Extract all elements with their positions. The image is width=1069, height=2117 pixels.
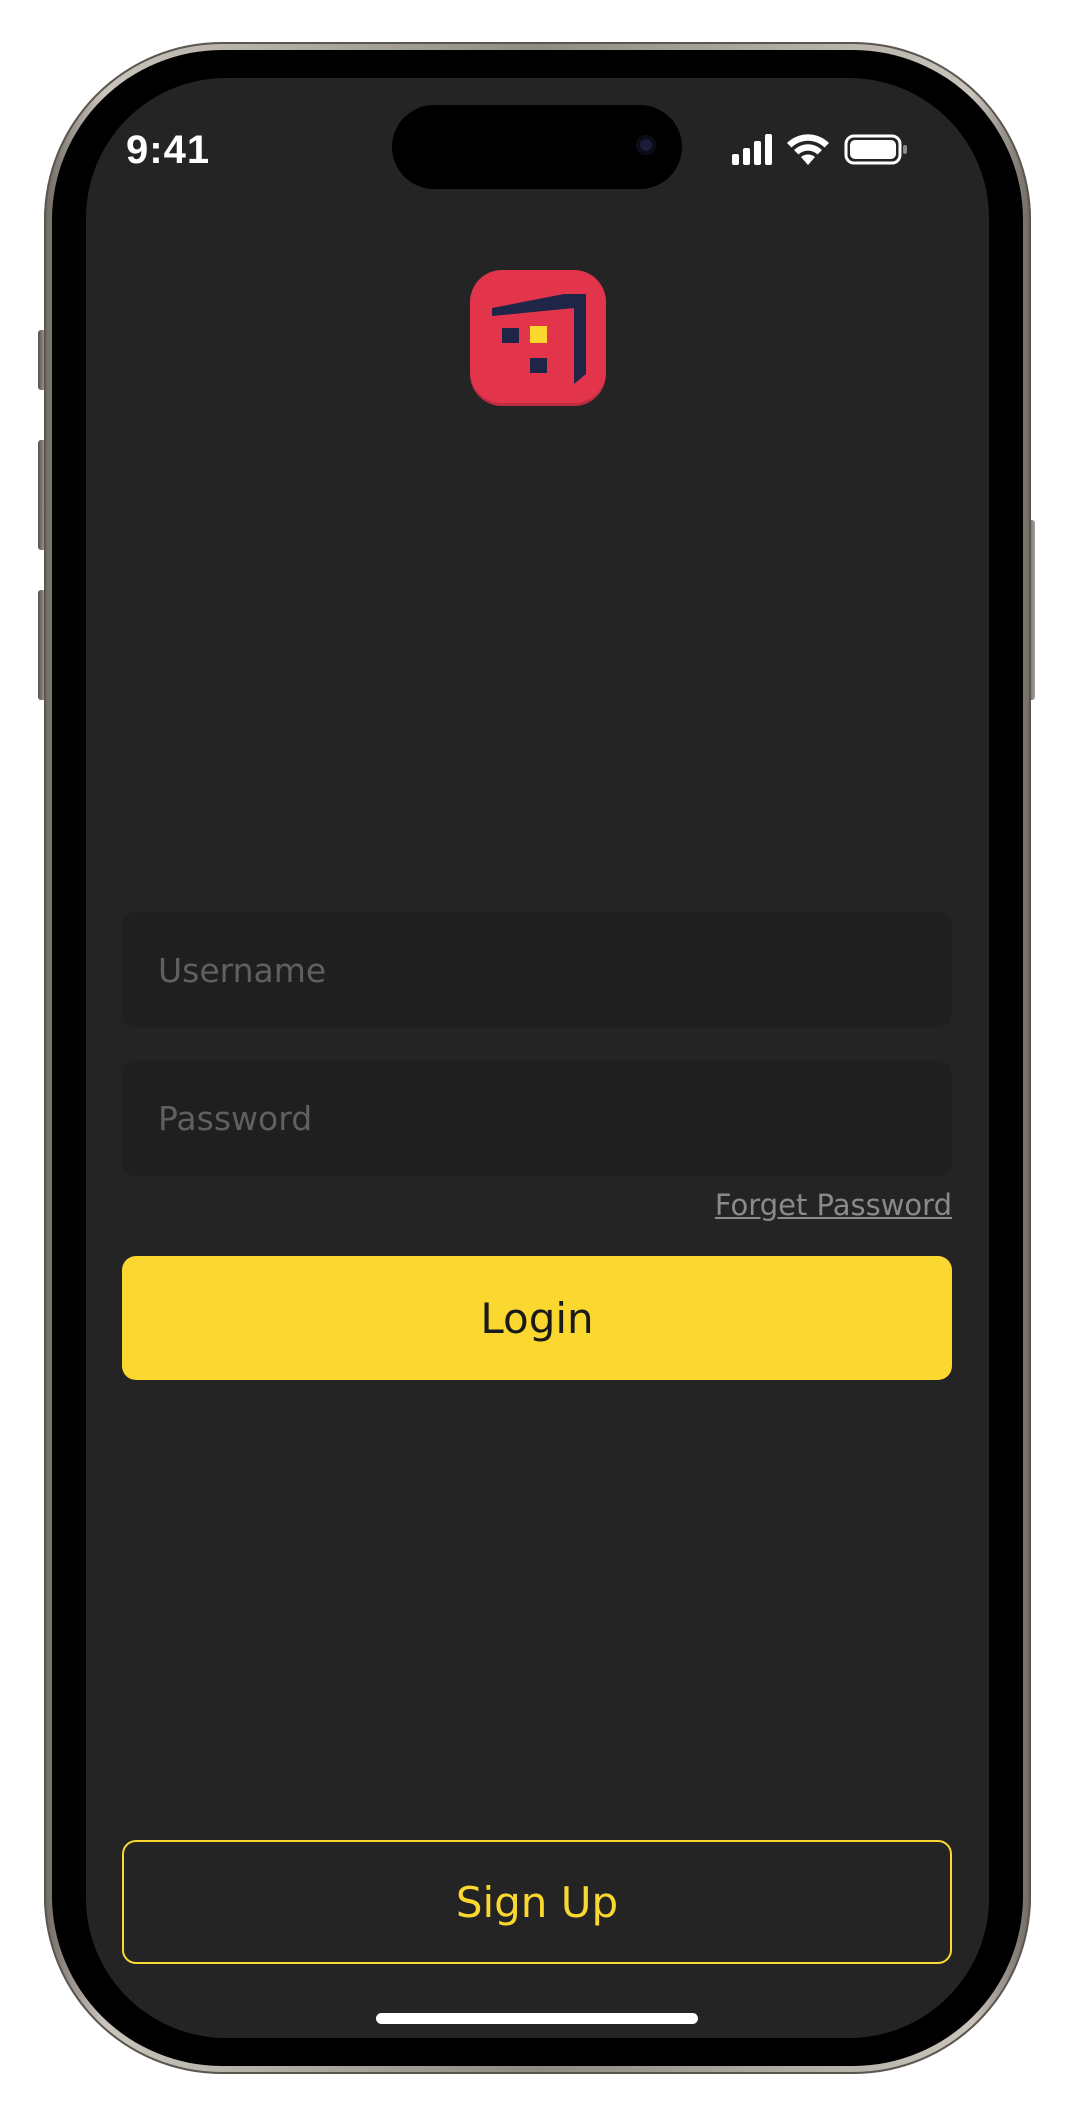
status-icons: [732, 134, 907, 165]
home-indicator[interactable]: [376, 2013, 698, 2024]
forget-password-link[interactable]: Forget Password: [715, 1188, 952, 1222]
cellular-signal-icon: [732, 134, 772, 165]
dynamic-island: [392, 105, 682, 189]
password-field[interactable]: [122, 1060, 952, 1176]
status-time: 9:41: [126, 128, 211, 172]
device-mockup: 9:41 Username Forget Password Login Sign…: [0, 0, 1069, 2117]
sign-up-button[interactable]: Sign Up: [122, 1840, 952, 1964]
app-logo-icon: [492, 294, 586, 384]
front-camera-icon: [636, 135, 656, 155]
login-button[interactable]: Login: [122, 1256, 952, 1380]
wifi-icon: [787, 134, 829, 165]
password-input[interactable]: [158, 1098, 952, 1138]
battery-icon: [844, 134, 907, 165]
username-input[interactable]: [158, 950, 952, 990]
username-field[interactable]: [122, 912, 952, 1028]
app-logo: [470, 270, 606, 406]
